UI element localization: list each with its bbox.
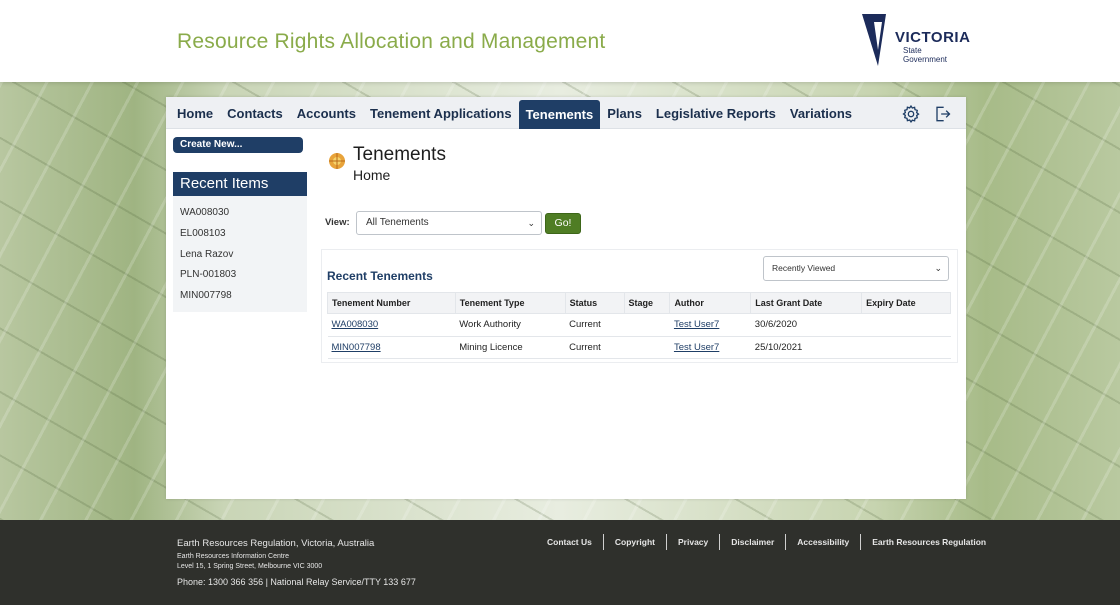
page-subtitle: Home (353, 167, 391, 183)
table-cell (861, 336, 951, 359)
tenement-number-link[interactable]: MIN007798 (332, 342, 381, 353)
table-header-row: Tenement Number Tenement Type Status Sta… (327, 292, 951, 314)
page-title: Tenements (353, 144, 446, 165)
logout-icon[interactable] (932, 104, 952, 124)
recent-items-title: Recent Items (173, 172, 307, 196)
recent-item[interactable]: EL008103 (173, 224, 307, 245)
column-header[interactable]: Tenement Type (454, 292, 566, 314)
view-select[interactable]: All Tenements ⌄ (356, 211, 542, 235)
footer-links: Contact Us Copyright Privacy Disclaimer … (536, 534, 997, 550)
table-cell: 30/6/2020 (750, 313, 862, 337)
column-header[interactable]: Status (564, 292, 625, 314)
main-nav: Home Contacts Accounts Tenement Applicat… (166, 97, 966, 129)
nav-plans[interactable]: Plans (600, 97, 649, 129)
footer-org: Earth Resources Regulation, Victoria, Au… (177, 538, 375, 549)
chevron-down-icon: ⌄ (934, 263, 942, 273)
tenements-table: Tenement Number Tenement Type Status Sta… (327, 292, 951, 359)
recent-tenements-section: Recent Tenements Recently Viewed ⌄ Tenem… (321, 249, 958, 363)
view-label: View: (325, 217, 350, 228)
nav-legislative-reports[interactable]: Legislative Reports (649, 97, 783, 129)
gear-icon[interactable] (901, 104, 921, 124)
table-cell: 25/10/2021 (750, 336, 862, 359)
footer-link-privacy[interactable]: Privacy (666, 534, 719, 550)
table-row: WA008030 Work Authority Current Test Use… (327, 313, 951, 337)
nav-variations[interactable]: Variations (783, 97, 859, 129)
tenement-number-link[interactable]: WA008030 (332, 319, 379, 330)
nav-home[interactable]: Home (170, 97, 220, 129)
nav-tenement-applications[interactable]: Tenement Applications (363, 97, 519, 129)
footer-link-accessibility[interactable]: Accessibility (785, 534, 860, 550)
recent-item[interactable]: MIN007798 (173, 286, 307, 307)
recent-items-panel: Recent Items WA008030 EL008103 Lena Razo… (173, 172, 307, 312)
recent-item[interactable]: PLN-001803 (173, 265, 307, 286)
table-cell (624, 313, 670, 337)
create-new-button[interactable]: Create New... (173, 137, 303, 153)
table-cell (624, 336, 670, 359)
main-panel: Home Contacts Accounts Tenement Applicat… (166, 97, 966, 499)
footer-address-line: Level 15, 1 Spring Street, Melbourne VIC… (177, 563, 323, 570)
footer-link-copyright[interactable]: Copyright (602, 534, 666, 550)
author-link[interactable]: Test User7 (674, 342, 719, 353)
nav-contacts[interactable]: Contacts (220, 97, 290, 129)
column-header[interactable]: Last Grant Date (750, 292, 863, 314)
footer-address-line: Earth Resources Information Centre (177, 553, 290, 560)
table-cell: Current (565, 336, 624, 359)
column-header[interactable]: Stage (623, 292, 671, 314)
logo-subtext: State Government (903, 46, 948, 64)
footer-link-contact-us[interactable]: Contact Us (536, 534, 603, 550)
table-cell: Current (565, 313, 624, 337)
sort-select[interactable]: Recently Viewed ⌄ (763, 256, 949, 281)
table-row: MIN007798 Mining Licence Current Test Us… (327, 336, 951, 359)
app-title: Resource Rights Allocation and Managemen… (177, 30, 606, 53)
site-footer: Earth Resources Regulation, Victoria, Au… (0, 520, 1120, 605)
column-header[interactable]: Expiry Date (861, 292, 951, 314)
table-cell (861, 313, 951, 337)
recent-item[interactable]: Lena Razov (173, 245, 307, 266)
logo-text: VICTORIA (895, 29, 971, 46)
nav-accounts[interactable]: Accounts (290, 97, 363, 129)
site-header: Resource Rights Allocation and Managemen… (0, 0, 1120, 82)
section-title: Recent Tenements (327, 269, 433, 283)
footer-phone: Phone: 1300 366 356 | National Relay Ser… (177, 577, 416, 587)
author-link[interactable]: Test User7 (674, 319, 719, 330)
table-cell: Work Authority (455, 313, 566, 337)
footer-link-earth-resources[interactable]: Earth Resources Regulation (860, 534, 997, 550)
go-button[interactable]: Go! (545, 213, 581, 234)
column-header[interactable]: Tenement Number (327, 292, 456, 314)
chevron-down-icon: ⌄ (527, 218, 535, 228)
table-cell: Mining Licence (455, 336, 566, 359)
recent-item[interactable]: WA008030 (173, 203, 307, 224)
nav-tenements[interactable]: Tenements (518, 100, 601, 129)
column-header[interactable]: Author (669, 292, 752, 314)
tenements-icon (329, 153, 345, 169)
footer-link-disclaimer[interactable]: Disclaimer (719, 534, 785, 550)
